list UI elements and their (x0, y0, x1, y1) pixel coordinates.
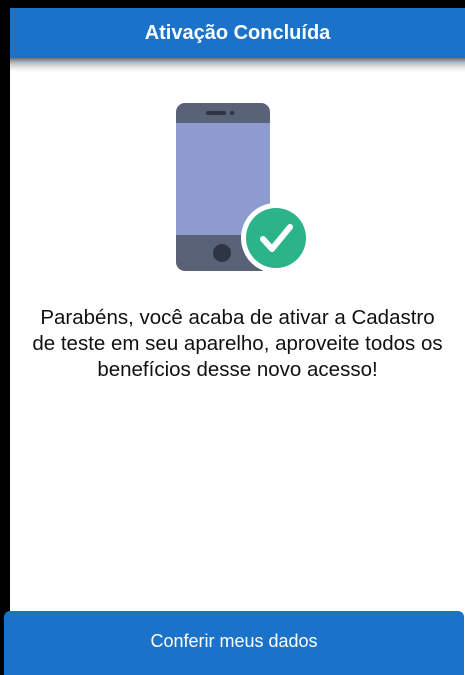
view-my-data-button[interactable]: Conferir meus dados (4, 611, 464, 675)
phone-speaker (206, 111, 226, 115)
check-badge (246, 208, 306, 268)
success-message: Parabéns, você acaba de ativar a Cadastr… (32, 306, 443, 381)
header-bar: Ativação Concluída (10, 8, 465, 58)
phone-check-icon (176, 103, 311, 273)
app-screen: Ativação Concluída Parabéns, você acaba … (10, 8, 465, 675)
phone-camera (229, 110, 235, 116)
header-shadow (10, 58, 465, 72)
phone-home-button (213, 244, 231, 262)
page-title: Ativação Concluída (144, 21, 331, 44)
